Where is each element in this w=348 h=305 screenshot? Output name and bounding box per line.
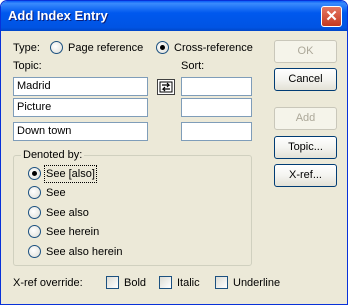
underline-label[interactable]: Underline [233,276,280,290]
see-radio[interactable] [28,186,41,199]
topic-button[interactable]: Topic... [274,136,337,159]
topic-field-2[interactable]: Picture [13,98,148,117]
cancel-button[interactable]: Cancel [274,68,337,91]
page-reference-label[interactable]: Page reference [68,41,143,55]
italic-checkbox[interactable] [159,276,172,289]
see-also-bracket-label[interactable]: See [also] [44,165,97,183]
xref-button[interactable]: X-ref... [274,164,337,187]
title-bar[interactable]: Add Index Entry ✕ [1,1,347,31]
add-button[interactable]: Add [274,107,337,130]
bold-label[interactable]: Bold [124,276,146,290]
see-also-radio[interactable] [28,206,41,219]
topic-field-1[interactable]: Madrid [13,77,148,96]
see-also-herein-label[interactable]: See also herein [46,245,122,259]
italic-label[interactable]: Italic [177,276,200,290]
sort-label: Sort: [181,60,205,72]
page-reference-radio[interactable] [50,41,63,54]
cross-reference-label[interactable]: Cross-reference [174,41,253,55]
cross-reference-radio[interactable] [156,41,169,54]
close-icon: ✕ [325,8,338,25]
sort-field-2[interactable] [181,98,252,117]
window-title: Add Index Entry [8,8,108,23]
type-label: Type: [13,42,40,54]
denoted-by-label: Denoted by: [21,148,85,162]
see-label[interactable]: See [46,186,66,200]
swap-arrows-icon[interactable] [157,79,175,95]
xref-override-label: X-ref override: [13,277,83,289]
topic-field-3[interactable]: Down town [13,122,148,141]
close-button[interactable]: ✕ [321,6,342,27]
bold-checkbox[interactable] [106,276,119,289]
ok-button[interactable]: OK [274,40,337,63]
sort-field-3[interactable] [181,122,252,141]
add-index-entry-dialog: Add Index Entry ✕ Type: Page reference C… [0,0,348,305]
see-also-herein-radio[interactable] [28,245,41,258]
topic-label: Topic: [13,60,42,72]
see-herein-radio[interactable] [28,225,41,238]
sort-field-1[interactable] [181,77,252,96]
underline-checkbox[interactable] [215,276,228,289]
see-also-label[interactable]: See also [46,206,89,220]
see-herein-label[interactable]: See herein [46,225,99,239]
see-also-bracket-radio[interactable] [28,167,41,180]
